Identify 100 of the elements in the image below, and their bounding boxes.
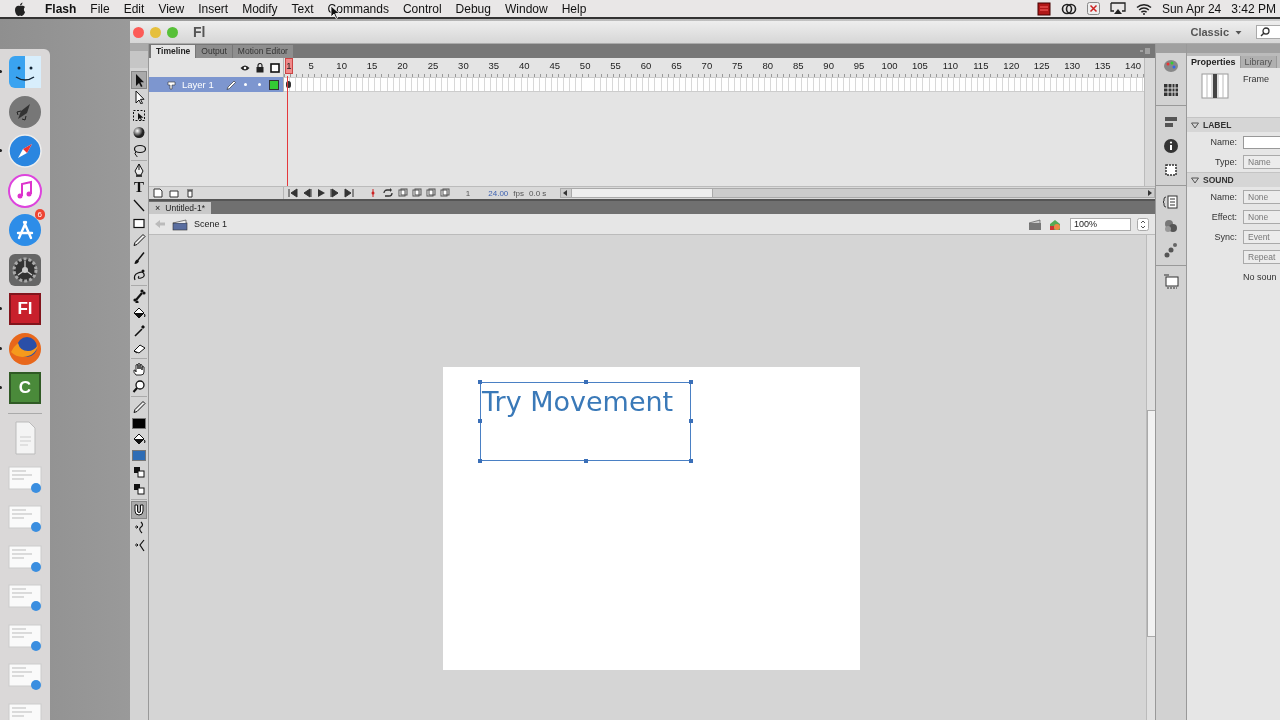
lock-icon[interactable] [256, 62, 264, 73]
frame-number: 45 [548, 59, 561, 71]
compass-icon[interactable] [8, 134, 42, 168]
menu-item[interactable]: Insert [191, 1, 236, 16]
menu-item[interactable]: Edit [116, 1, 152, 16]
menu-item[interactable]: View [151, 1, 192, 16]
resize-handle[interactable] [689, 419, 693, 423]
frame-rate[interactable]: 24.00 [488, 188, 509, 198]
menubar-time[interactable]: 3:42 PM [1231, 1, 1276, 16]
gear-icon[interactable] [8, 252, 42, 287]
resize-handle[interactable] [584, 380, 588, 384]
eye-icon[interactable] [240, 63, 250, 72]
new-layer-icon[interactable] [153, 188, 163, 198]
panel-tab[interactable]: Properties [1187, 56, 1241, 68]
resize-handle[interactable] [478, 380, 482, 384]
dropdown[interactable]: Name [1243, 155, 1280, 169]
menu-item[interactable]: Debug [448, 1, 498, 16]
search-field[interactable] [1256, 25, 1280, 39]
smiling-face-icon[interactable] [8, 55, 42, 89]
dropdown[interactable]: None [1243, 210, 1280, 224]
app-tile-icon[interactable]: C [9, 372, 41, 404]
edit-scene-icon[interactable] [1028, 217, 1042, 231]
first-frame-icon[interactable] [288, 188, 298, 198]
scroll-left-icon[interactable] [561, 189, 570, 197]
panel-tab[interactable]: Motion Editor [232, 45, 294, 58]
frame-number: 40 [518, 59, 531, 71]
zoom-field[interactable]: 100% [1070, 217, 1131, 231]
close-box-icon[interactable] [1086, 2, 1100, 15]
lock-dot[interactable] [258, 83, 261, 86]
pencil-tool-button[interactable] [131, 231, 147, 249]
scroll-right-icon[interactable] [1146, 189, 1154, 197]
globe-icon[interactable] [8, 331, 42, 366]
rocket-icon[interactable] [8, 94, 42, 129]
resize-handle[interactable] [689, 380, 693, 384]
eyedropper-icon [132, 323, 146, 338]
music-note-icon[interactable] [8, 173, 42, 208]
menu-item[interactable]: Window [497, 1, 555, 16]
apple-icon[interactable] [14, 1, 26, 16]
outline-square-icon[interactable] [270, 62, 280, 73]
app-menu[interactable]: Flash [38, 1, 84, 16]
outline-color-swatch[interactable] [269, 79, 279, 90]
wifi-icon[interactable] [1135, 2, 1152, 15]
section-header[interactable]: SOUND [1187, 172, 1280, 187]
step-forward-icon[interactable] [330, 188, 340, 198]
folder-icon[interactable] [169, 188, 179, 198]
scroll-thumb[interactable] [571, 188, 714, 198]
last-frame-icon[interactable] [344, 188, 354, 198]
color-swatch[interactable] [132, 417, 146, 429]
panel-tab[interactable]: Output [196, 45, 233, 58]
screen-mirroring-icon[interactable] [1109, 2, 1126, 15]
app-tile-icon[interactable]: Fl [9, 293, 41, 325]
vertical-scrollbar[interactable] [1144, 58, 1155, 186]
menu-item[interactable]: Help [554, 1, 594, 16]
edit-frames-icon[interactable] [425, 188, 436, 198]
menu-item[interactable]: Commands [320, 1, 396, 16]
dropdown[interactable]: Repeat [1243, 250, 1280, 264]
edit-symbols-icon[interactable] [1048, 217, 1062, 231]
close-tab-button[interactable]: × [155, 203, 161, 213]
step-back-icon[interactable] [302, 188, 312, 198]
text-tool-button[interactable]: T [131, 179, 147, 197]
menu-item[interactable]: File [83, 1, 117, 16]
text-box[interactable]: Try Movement [480, 382, 691, 461]
panel-tab[interactable]: Timeline [151, 45, 197, 58]
trash-icon[interactable] [185, 188, 195, 198]
pencil-tool-button[interactable] [131, 398, 147, 416]
menu-item[interactable]: Control [395, 1, 449, 16]
menu-item[interactable]: Modify [235, 1, 285, 16]
resize-handle[interactable] [478, 419, 482, 423]
close-button[interactable] [133, 26, 144, 38]
arrow-tool-button[interactable] [131, 71, 147, 89]
onion-outline-icon[interactable] [411, 188, 422, 198]
horizontal-scrollbar[interactable] [560, 188, 1155, 198]
dropdown[interactable]: Event [1243, 230, 1280, 244]
resize-handle[interactable] [478, 459, 482, 463]
menu-item[interactable]: Text [284, 1, 321, 16]
zoom-tool-button[interactable] [131, 377, 147, 395]
resize-handle[interactable] [584, 459, 588, 463]
resize-handle[interactable] [689, 459, 693, 463]
visibility-dot[interactable] [244, 83, 247, 86]
pencil-a-icon[interactable] [8, 213, 42, 247]
magnet-tool-button[interactable] [131, 501, 147, 519]
workspace-dropdown[interactable]: Classic [1190, 26, 1242, 38]
onion-skin-icon[interactable] [397, 188, 408, 198]
document-tab[interactable]: × Untitled-1* [149, 202, 211, 214]
stepper-icon[interactable] [1137, 217, 1149, 231]
caret-icon [1235, 29, 1242, 35]
frame-number: 25 [426, 59, 440, 71]
loop-icon[interactable] [381, 188, 394, 198]
bone-tool-button[interactable] [131, 287, 147, 305]
color-swatch[interactable] [132, 450, 146, 461]
frame-number: 10 [335, 59, 348, 71]
recorder-icon[interactable] [1036, 1, 1051, 16]
dropdown[interactable]: None [1243, 190, 1280, 204]
hand-tool-button[interactable] [131, 360, 147, 378]
onion-markers-icon[interactable] [439, 188, 450, 198]
panel-tab[interactable]: Library [1240, 56, 1278, 68]
section-header[interactable]: LABEL [1187, 117, 1280, 132]
scene-name[interactable]: Scene 1 [194, 219, 228, 229]
menubar-date[interactable]: Sun Apr 24 [1161, 1, 1222, 16]
rings-icon[interactable] [1060, 2, 1077, 15]
